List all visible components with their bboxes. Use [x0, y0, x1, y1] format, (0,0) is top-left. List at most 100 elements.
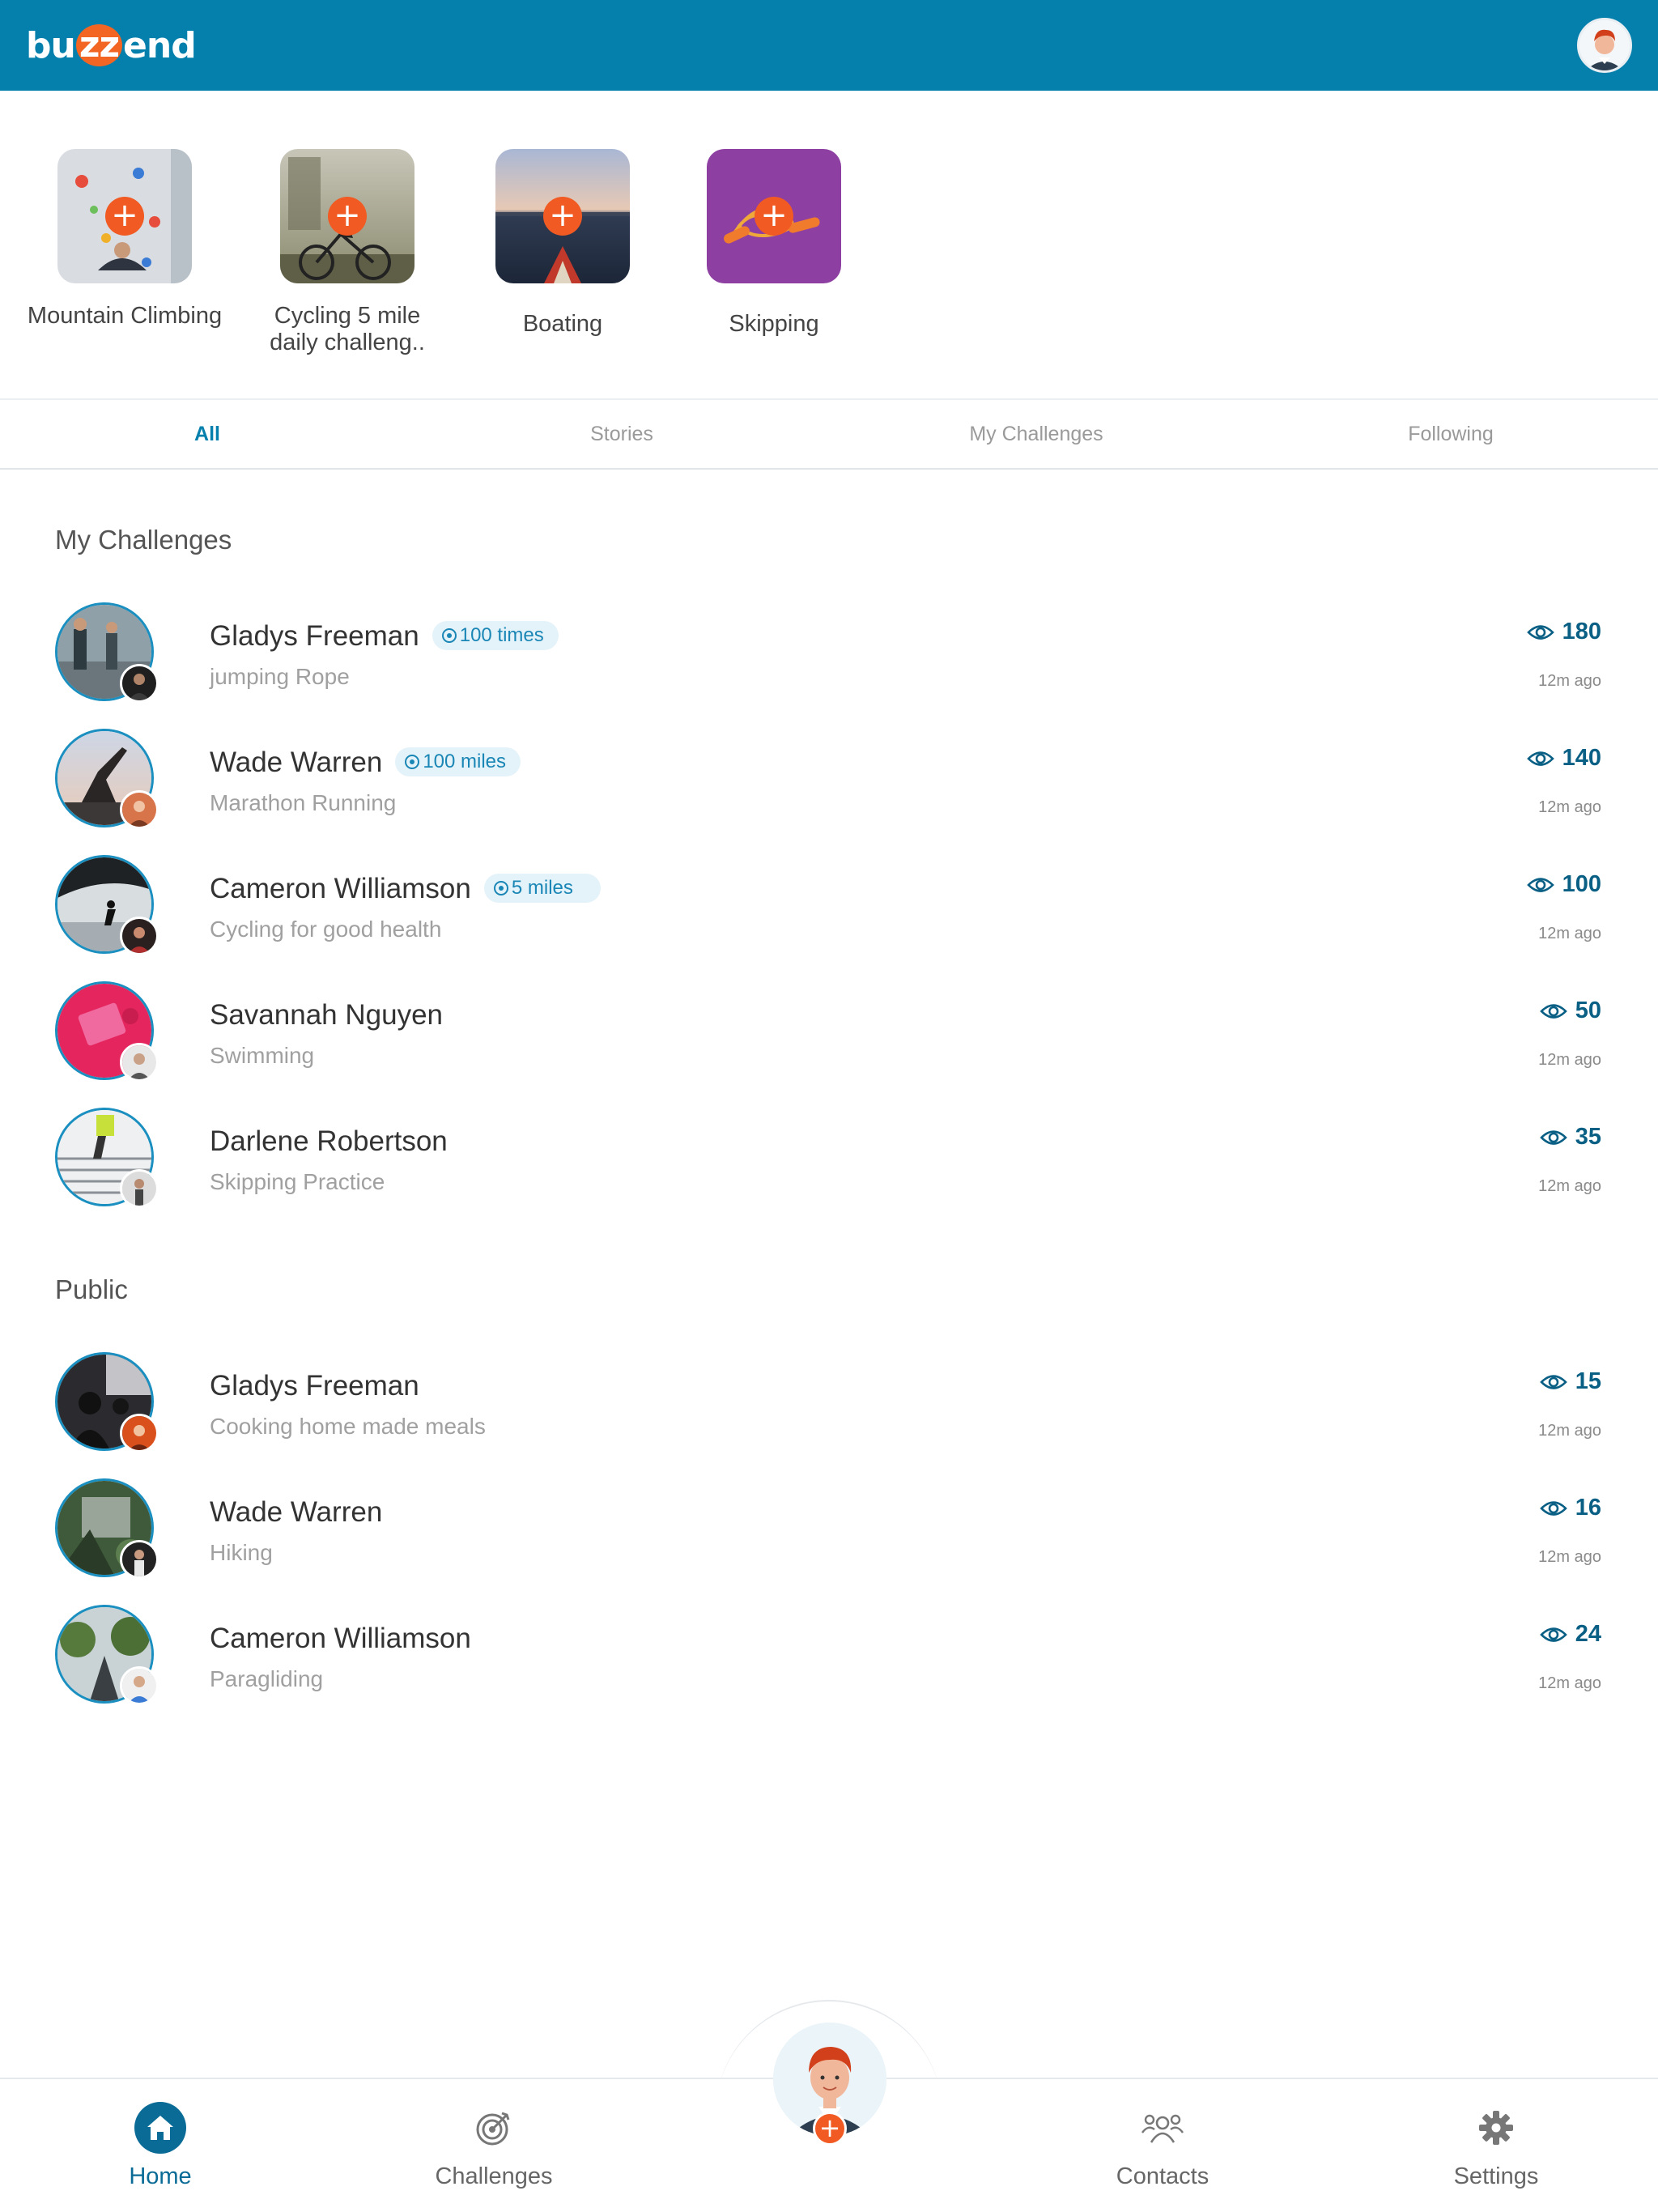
- section-title-my-challenges: My Challenges: [55, 525, 232, 555]
- gear-icon: [1470, 2102, 1522, 2154]
- goal-badge: 100 miles: [395, 747, 521, 776]
- eye-icon: [1539, 1003, 1567, 1019]
- challenge-user-name: Cameron Williamson: [210, 1623, 471, 1654]
- view-count: 16: [1539, 1495, 1601, 1521]
- challenge-user-name: Darlene Robertson: [210, 1125, 448, 1157]
- story-boating[interactable]: + Boating: [449, 149, 676, 338]
- add-challenge-icon[interactable]: +: [813, 2112, 847, 2146]
- target-icon: [405, 755, 420, 769]
- nav-home[interactable]: Home: [63, 2102, 257, 2190]
- challenge-title: Hiking: [210, 1540, 273, 1565]
- view-count: 180: [1526, 619, 1601, 645]
- challenge-title: Cycling for good health: [210, 917, 442, 942]
- view-count: 100: [1526, 871, 1601, 898]
- section-title-public: Public: [55, 1274, 128, 1304]
- nav-label: Home: [129, 2163, 192, 2189]
- eye-icon: [1539, 1500, 1567, 1516]
- add-story-icon[interactable]: +: [543, 197, 582, 236]
- challenge-user-name: Savannah Nguyen: [210, 999, 443, 1031]
- nav-contacts[interactable]: Contacts: [1065, 2102, 1260, 2190]
- story-thumbnail[interactable]: +: [495, 149, 630, 283]
- app-header: bu zz end: [0, 0, 1658, 91]
- challenge-row[interactable]: Wade Warren 100 miles Marathon Running 14…: [0, 729, 1658, 834]
- nav-label: Contacts: [1116, 2163, 1209, 2189]
- user-avatar: [120, 917, 159, 955]
- story-label: Mountain Climbing: [27, 303, 223, 329]
- add-story-icon[interactable]: +: [105, 197, 144, 236]
- add-story-icon[interactable]: +: [328, 197, 367, 236]
- story-label: Boating: [522, 311, 603, 337]
- timestamp: 12m ago: [1538, 1422, 1601, 1440]
- story-cycling[interactable]: + Cycling 5 mile daily challeng..: [234, 149, 461, 356]
- nav-label: Challenges: [435, 2163, 553, 2189]
- eye-icon: [1526, 751, 1554, 766]
- challenge-title: jumping Rope: [210, 664, 350, 689]
- story-thumbnail[interactable]: +: [707, 149, 841, 283]
- view-count: 50: [1539, 998, 1601, 1024]
- buzzend-logo[interactable]: bu zz end: [26, 23, 197, 68]
- view-count: 15: [1539, 1368, 1601, 1395]
- add-story-icon[interactable]: +: [755, 197, 793, 236]
- view-count: 35: [1539, 1124, 1601, 1151]
- filter-tabs: All Stories My Challenges Following: [0, 398, 1658, 470]
- view-count: 140: [1526, 745, 1601, 772]
- stories-strip: + Mountain Climbing + Cycling 5 mile dai…: [0, 91, 1658, 398]
- timestamp: 12m ago: [1538, 1051, 1601, 1069]
- user-avatar: [120, 790, 159, 829]
- view-count: 24: [1539, 1621, 1601, 1648]
- target-icon: [493, 881, 508, 895]
- user-avatar: [120, 1043, 159, 1082]
- user-avatar: [120, 664, 159, 703]
- challenge-title: Skipping Practice: [210, 1169, 385, 1194]
- timestamp: 12m ago: [1538, 672, 1601, 690]
- target-icon: [441, 628, 457, 643]
- eye-icon: [1526, 877, 1554, 892]
- challenge-title: Marathon Running: [210, 790, 397, 815]
- challenge-row[interactable]: Cameron Williamson 5 miles Cycling for go…: [0, 855, 1658, 960]
- challenge-row[interactable]: Gladys Freeman 100 times jumping Rope 180…: [0, 602, 1658, 708]
- goal-badge: 100 times: [432, 621, 559, 650]
- tab-my-challenges[interactable]: My Challenges: [829, 400, 1244, 468]
- challenge-row[interactable]: Darlene Robertson Skipping Practice 35 1…: [0, 1108, 1658, 1213]
- timestamp: 12m ago: [1538, 1177, 1601, 1195]
- story-thumbnail[interactable]: +: [280, 149, 414, 283]
- challenge-row[interactable]: Savannah Nguyen Swimming 50 12m ago: [0, 981, 1658, 1087]
- challenge-user-name: Cameron Williamson 5 miles: [210, 873, 601, 905]
- challenge-user-name: Wade Warren 100 miles: [210, 747, 521, 779]
- user-avatar: [120, 1169, 159, 1208]
- story-skipping[interactable]: + Skipping: [661, 149, 887, 338]
- story-label: Cycling 5 mile daily challeng..: [270, 303, 425, 355]
- eye-icon: [1539, 1374, 1567, 1389]
- user-avatar: [120, 1414, 159, 1453]
- challenge-title: Paragliding: [210, 1666, 324, 1691]
- challenge-title: Cooking home made meals: [210, 1414, 486, 1439]
- profile-avatar[interactable]: [1577, 18, 1632, 73]
- nav-settings[interactable]: Settings: [1399, 2102, 1593, 2190]
- public-row[interactable]: Cameron Williamson Paragliding 24 12m ag…: [0, 1605, 1658, 1710]
- nav-challenges[interactable]: Challenges: [397, 2102, 591, 2190]
- challenge-user-name: Wade Warren: [210, 1496, 383, 1528]
- challenge-title: Swimming: [210, 1043, 315, 1068]
- eye-icon: [1526, 624, 1554, 640]
- user-avatar: [120, 1666, 159, 1705]
- story-thumbnail[interactable]: +: [57, 149, 192, 283]
- nav-label: Settings: [1453, 2163, 1539, 2189]
- public-row[interactable]: Wade Warren Hiking 16 12m ago: [0, 1478, 1658, 1584]
- user-avatar: [120, 1540, 159, 1579]
- timestamp: 12m ago: [1538, 1548, 1601, 1566]
- tab-following[interactable]: Following: [1244, 400, 1658, 468]
- story-mountain-climbing[interactable]: + Mountain Climbing: [11, 149, 238, 330]
- public-row[interactable]: Gladys Freeman Cooking home made meals 1…: [0, 1352, 1658, 1457]
- target-icon: [468, 2102, 520, 2154]
- eye-icon: [1539, 1129, 1567, 1145]
- story-label: Skipping: [729, 311, 819, 337]
- timestamp: 12m ago: [1538, 1674, 1601, 1692]
- tab-all[interactable]: All: [0, 400, 414, 468]
- goal-badge: 5 miles: [483, 874, 601, 903]
- contacts-icon: [1137, 2102, 1188, 2154]
- challenge-user-name: Gladys Freeman: [210, 1370, 419, 1402]
- home-icon: [134, 2102, 186, 2154]
- tab-stories[interactable]: Stories: [414, 400, 829, 468]
- challenge-user-name: Gladys Freeman 100 times: [210, 620, 559, 653]
- eye-icon: [1539, 1627, 1567, 1642]
